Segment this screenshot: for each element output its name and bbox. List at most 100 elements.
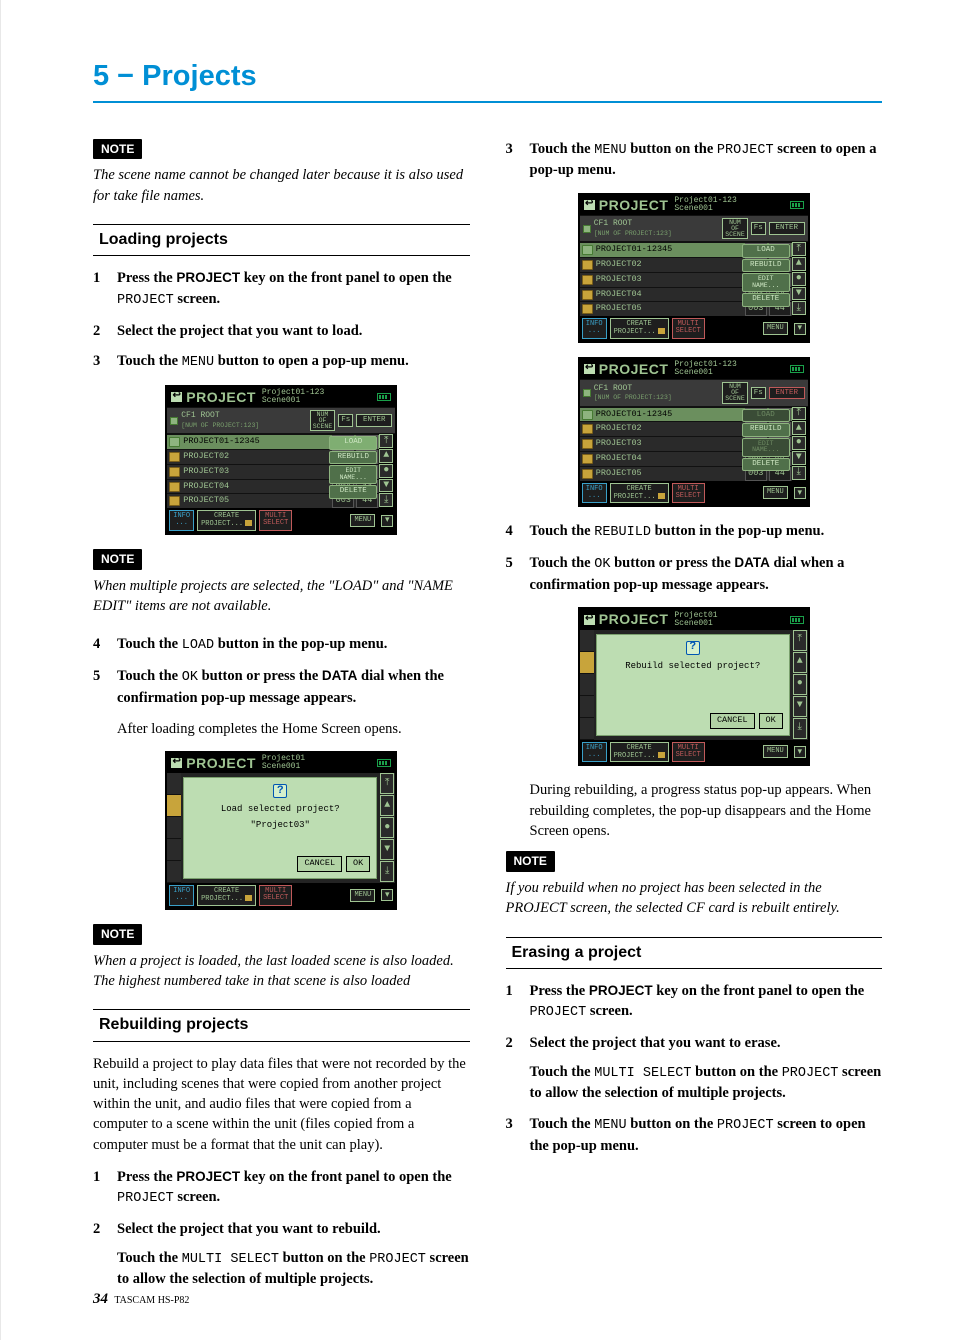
footer-multi-button[interactable]: MULTISELECT (672, 483, 705, 504)
folder-icon (582, 290, 593, 300)
footer-info-button[interactable]: INFO... (169, 885, 194, 906)
back-icon[interactable]: ↩ (171, 758, 182, 768)
popup-load-button[interactable]: LOAD (329, 436, 377, 450)
scroll-top-icon[interactable]: ⤒ (793, 630, 807, 651)
scroll-down-icon[interactable]: ▼ (379, 479, 393, 493)
scroll-bottom-icon[interactable]: ⤓ (379, 493, 393, 507)
popup-load-button[interactable]: LOAD (742, 244, 790, 258)
scroll-thumb-icon[interactable]: ● (379, 464, 393, 478)
col-num-scene[interactable]: NUMOFSCENE (722, 382, 748, 404)
scroll-top-icon[interactable]: ⤒ (792, 242, 806, 256)
scroll-up-icon[interactable]: ▲ (379, 449, 393, 463)
scroll-sidebar[interactable]: ⤒ ▲ ● ▼ ⤓ (379, 434, 393, 508)
col-fs[interactable]: Fs (751, 222, 766, 235)
popup-edit-name-button[interactable]: EDITNAME... (329, 465, 377, 484)
col-enter[interactable]: ENTER (356, 414, 392, 427)
back-icon[interactable]: ↩ (584, 200, 595, 210)
scroll-thumb-icon[interactable]: ● (380, 817, 394, 838)
popup-delete-button[interactable]: DELETE (742, 293, 790, 307)
popup-edit-name-button[interactable]: EDITNAME... (742, 273, 790, 292)
col-enter[interactable]: ENTER (769, 222, 805, 235)
scroll-down-icon[interactable]: ▼ (792, 451, 806, 465)
selection-column (167, 773, 181, 883)
scroll-bottom-icon[interactable]: ⤓ (793, 718, 807, 739)
ok-button[interactable]: OK (759, 713, 783, 729)
scroll-down-icon[interactable]: ▼ (793, 696, 807, 717)
scroll-top-icon[interactable]: ⤒ (380, 773, 394, 794)
scroll-bottom-icon[interactable]: ⤓ (792, 466, 806, 480)
folder-icon (582, 454, 593, 464)
menu-close-icon[interactable]: ▾ (794, 323, 806, 335)
note-block: NOTE When a project is loaded, the last … (93, 924, 470, 991)
footer-info-button[interactable]: INFO... (582, 318, 607, 339)
col-fs[interactable]: Fs (338, 414, 353, 427)
screen-title: PROJECT (599, 197, 669, 213)
cancel-button[interactable]: CANCEL (297, 856, 342, 872)
footer-create-button[interactable]: CREATEPROJECT... (197, 885, 256, 906)
footer-multi-button[interactable]: MULTISELECT (259, 885, 292, 906)
menu-close-icon[interactable]: ▾ (794, 746, 806, 758)
menu-close-icon[interactable]: ▾ (794, 487, 806, 499)
footer-create-button[interactable]: CREATEPROJECT... (610, 318, 669, 339)
popup-rebuild-button[interactable]: REBUILD (329, 451, 377, 465)
scroll-thumb-icon[interactable]: ● (793, 674, 807, 695)
footer-multi-button[interactable]: MULTISELECT (672, 742, 705, 763)
footer-info-button[interactable]: INFO... (169, 510, 194, 531)
scroll-top-icon[interactable]: ⤒ (379, 434, 393, 448)
menu-close-icon[interactable]: ▾ (381, 515, 393, 527)
scroll-up-icon[interactable]: ▲ (792, 421, 806, 435)
heading-loading-projects: Loading projects (93, 224, 470, 256)
scroll-up-icon[interactable]: ▲ (380, 795, 394, 816)
footer-create-button[interactable]: CREATEPROJECT... (197, 510, 256, 531)
footer-create-button[interactable]: CREATEPROJECT... (610, 483, 669, 504)
col-num-scene[interactable]: NUMOFSCENE (310, 410, 336, 432)
back-icon[interactable]: ↩ (171, 392, 182, 402)
scroll-bottom-icon[interactable]: ⤓ (792, 301, 806, 315)
scroll-bottom-icon[interactable]: ⤓ (380, 861, 394, 882)
footer-multi-button[interactable]: MULTISELECT (259, 510, 292, 531)
screen-title: PROJECT (186, 755, 256, 771)
scroll-down-icon[interactable]: ▼ (380, 839, 394, 860)
scroll-sidebar[interactable]: ⤒ ▲ ● ▼ ⤓ (380, 773, 394, 883)
ok-button[interactable]: OK (346, 856, 370, 872)
battery-icon (790, 201, 804, 209)
note-text: If you rebuild when no project has been … (506, 878, 883, 919)
folder-icon (658, 752, 665, 758)
popup-rebuild-button[interactable]: REBUILD (742, 423, 790, 437)
footer-menu-button[interactable]: MENU (763, 486, 788, 499)
col-enter[interactable]: ENTER (769, 387, 805, 400)
back-icon[interactable]: ↩ (584, 615, 595, 625)
scroll-thumb-icon[interactable]: ● (792, 436, 806, 450)
footer-info-button[interactable]: INFO... (582, 742, 607, 763)
menu-close-icon[interactable]: ▾ (381, 889, 393, 901)
folder-icon (582, 469, 593, 479)
scroll-up-icon[interactable]: ▲ (792, 257, 806, 271)
footer-menu-button[interactable]: MENU (350, 889, 375, 902)
step-number: 1 (93, 268, 107, 310)
back-icon[interactable]: ↩ (584, 364, 595, 374)
footer-create-button[interactable]: CREATEPROJECT... (610, 742, 669, 763)
footer-multi-button[interactable]: MULTISELECT (672, 318, 705, 339)
popup-delete-button[interactable]: DELETE (329, 485, 377, 499)
footer-menu-button[interactable]: MENU (763, 745, 788, 758)
dialog-message: Load selected project? (221, 804, 340, 814)
scroll-up-icon[interactable]: ▲ (793, 652, 807, 673)
dialog-message: "Project03" (251, 820, 310, 830)
scroll-thumb-icon[interactable]: ● (792, 272, 806, 286)
scroll-sidebar[interactable]: ⤒ ▲ ● ▼ ⤓ (792, 407, 806, 481)
scroll-sidebar[interactable]: ⤒ ▲ ● ▼ ⤓ (792, 242, 806, 316)
footer-menu-button[interactable]: MENU (350, 514, 375, 527)
drive-icon (582, 245, 593, 255)
popup-delete-button[interactable]: DELETE (742, 458, 790, 472)
col-num-scene[interactable]: NUMOFSCENE (722, 218, 748, 240)
footer-menu-button[interactable]: MENU (763, 322, 788, 335)
note-block: NOTE The scene name cannot be changed la… (93, 139, 470, 206)
popup-menu: LOAD REBUILD EDITNAME... DELETE (742, 244, 790, 307)
scroll-down-icon[interactable]: ▼ (792, 287, 806, 301)
col-fs[interactable]: Fs (751, 387, 766, 400)
cancel-button[interactable]: CANCEL (710, 713, 755, 729)
footer-info-button[interactable]: INFO... (582, 483, 607, 504)
scroll-top-icon[interactable]: ⤒ (792, 407, 806, 421)
scroll-sidebar[interactable]: ⤒ ▲ ● ▼ ⤓ (793, 630, 807, 740)
popup-rebuild-button[interactable]: REBUILD (742, 259, 790, 273)
